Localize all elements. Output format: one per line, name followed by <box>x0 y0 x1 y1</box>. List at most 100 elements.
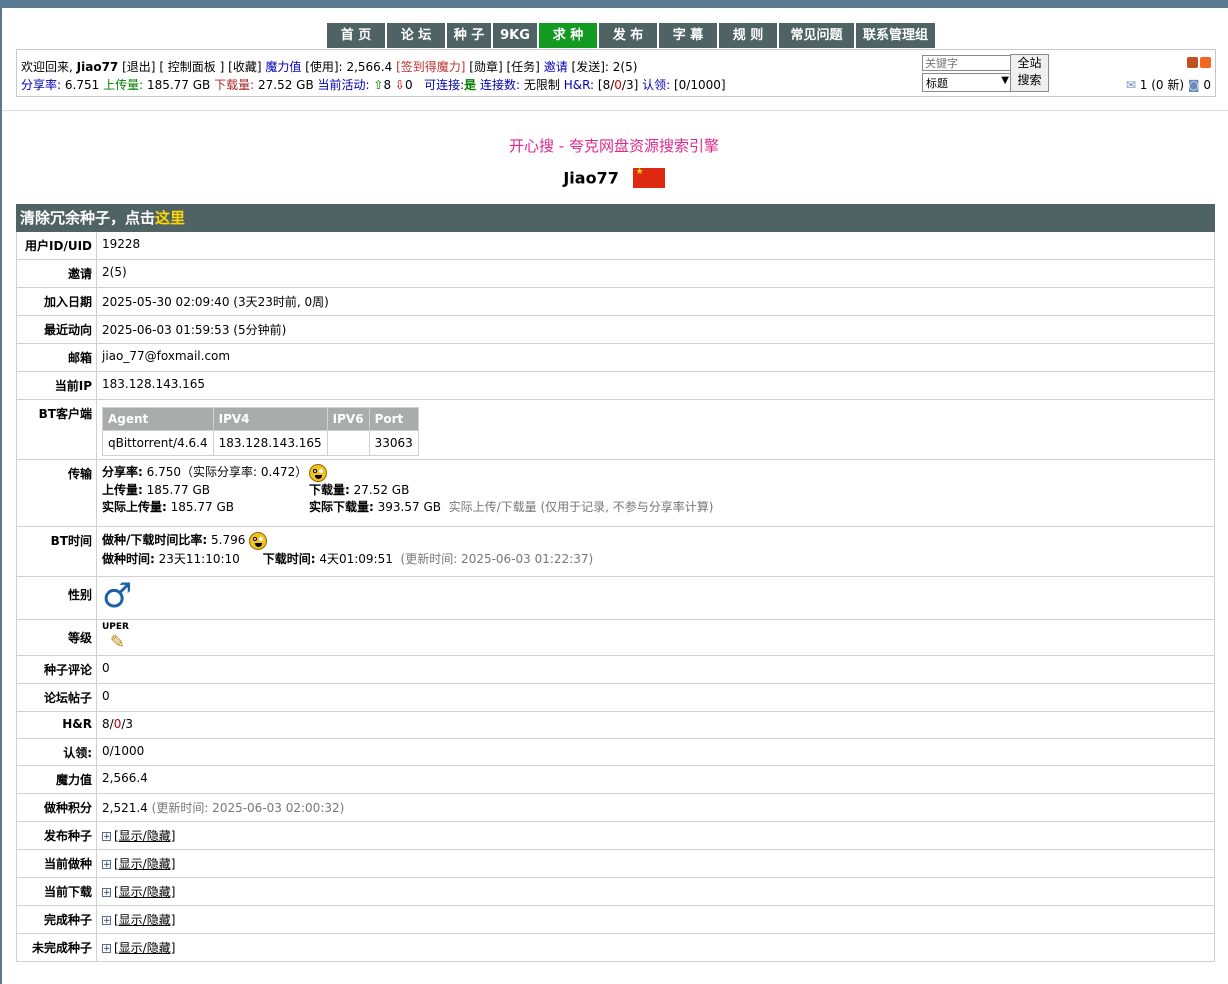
nav-home[interactable]: 首 页 <box>327 23 385 48</box>
magic-value: 2,566.4 <box>346 60 393 74</box>
inbox-count[interactable]: 1 (0 新) <box>1140 78 1184 92</box>
ip-label: 当前IP <box>17 372 97 399</box>
profile-header: Jiao77 <box>0 167 1228 188</box>
expand-icon[interactable]: + <box>102 888 111 898</box>
posts-value[interactable]: 0 <box>97 684 1214 711</box>
search-input[interactable] <box>922 55 1012 71</box>
top-border <box>0 0 1228 8</box>
connectable-value: 是 <box>464 78 477 92</box>
hr-label: H&R: <box>563 78 595 92</box>
row-level: 等级 UPER ✎ <box>16 620 1215 656</box>
promo-link[interactable]: 开心搜 - 夸克网盘资源搜索引擎 <box>0 135 1228 156</box>
expand-icon[interactable]: + <box>102 944 111 954</box>
tasks-link[interactable]: [任务] <box>506 60 539 74</box>
nav-subtitles[interactable]: 字 幕 <box>659 23 717 48</box>
expand-icon[interactable]: + <box>102 916 111 926</box>
claim-value[interactable]: [0/1000] <box>674 78 726 92</box>
published-label: 发布种子 <box>17 822 97 849</box>
welcome-text: 欢迎回来, <box>21 60 73 74</box>
incomplete-toggle[interactable]: [显示/隐藏] <box>114 941 175 955</box>
checkin-link[interactable]: [签到得魔力] <box>396 60 465 74</box>
published-toggle[interactable]: [显示/隐藏] <box>114 829 175 843</box>
upload-label: 上传量: <box>103 78 144 92</box>
gender-label: 性别 <box>17 577 97 619</box>
username-link[interactable]: Jiao77 <box>77 60 119 74</box>
row-gender: 性别 ♂ <box>16 577 1215 620</box>
last-seen-value: 2025-06-03 01:59:53 (5分钟前) <box>102 323 287 337</box>
bt-header-port: Port <box>368 407 419 431</box>
comments-value[interactable]: 0 <box>97 656 1214 683</box>
nav-9kg[interactable]: 9KG <box>493 23 537 48</box>
bt-ipv6 <box>326 430 370 456</box>
profile-username: Jiao77 <box>563 168 619 188</box>
nav-faq[interactable]: 常见问题 <box>779 23 854 48</box>
china-flag-icon <box>632 167 665 188</box>
hr-value-b[interactable]: 0 <box>614 78 622 92</box>
downloading-label: 当前下载 <box>17 878 97 905</box>
expand-icon[interactable]: + <box>102 832 111 842</box>
row-magic: 魔力值 2,566.4 <box>16 766 1215 794</box>
inbox-icon[interactable]: ✉ <box>1126 78 1136 92</box>
row-downloading: 当前下载 + [显示/隐藏] <box>16 878 1215 906</box>
transfer-real-ratio: 0.472） <box>260 465 308 479</box>
nav-torrents[interactable]: 种 子 <box>447 23 491 48</box>
search-button[interactable]: 全站 搜索 <box>1010 54 1049 92</box>
seed-points-value: 2,521.4 (更新时间: 2025-06-03 02:00:32) <box>97 794 1214 821</box>
completed-toggle[interactable]: [显示/隐藏] <box>114 913 175 927</box>
search-type-select[interactable]: 标题 ▼ <box>922 73 1012 92</box>
row-claim: 认领: 0/1000 <box>16 739 1215 766</box>
logout-link[interactable]: [退出] <box>122 60 155 74</box>
row-ip: 当前IP 183.128.143.165 <box>16 372 1215 400</box>
download-value: 27.52 GB <box>257 78 314 92</box>
magic-use-link[interactable]: [使用]: <box>305 60 342 74</box>
transfer-label: 传输 <box>17 460 97 526</box>
transfer-down: 27.52 GB <box>353 483 410 497</box>
cleanup-banner: 清除冗余种子，点击这里 <box>16 204 1215 232</box>
staff-icon[interactable] <box>1187 57 1198 68</box>
nav-rules[interactable]: 规 则 <box>719 23 777 48</box>
rss-icon[interactable] <box>1200 57 1211 68</box>
downloading-toggle[interactable]: [显示/隐藏] <box>114 885 175 899</box>
info-line-1: 欢迎回来, Jiao77 [退出] [ 控制面板 ] [收藏] 魔力值 [使用]… <box>21 58 637 75</box>
invite-value: 2(5) <box>612 60 638 74</box>
email-value: jiao_77@foxmail.com <box>102 349 231 363</box>
nav-contact-staff[interactable]: 联系管理组 <box>856 23 935 48</box>
transfer-down-label: 下载量: <box>309 483 350 497</box>
claim-label: 认领: <box>642 78 671 92</box>
posts-label: 论坛帖子 <box>17 684 97 711</box>
seeding-toggle[interactable]: [显示/隐藏] <box>114 857 175 871</box>
bookmarks-link[interactable]: [收藏] <box>228 60 261 74</box>
expand-icon[interactable]: + <box>102 860 111 870</box>
banner-link[interactable]: 这里 <box>155 209 185 227</box>
hr-value-a[interactable]: [8/ <box>598 78 614 92</box>
connections-label: 连接数: <box>479 78 521 92</box>
bt-client-table: Agent IPV4 IPV6 Port qBittorrent/4.6.4 1… <box>102 407 419 456</box>
control-panel-link[interactable]: [ 控制面板 ] <box>159 60 224 74</box>
level-label: 等级 <box>17 620 97 655</box>
row-bt-client: BT客户端 Agent IPV4 IPV6 Port qBittorrent/4… <box>16 400 1215 460</box>
class-badge-icon: UPER ✎ <box>102 622 129 653</box>
row-comments: 种子评论 0 <box>16 656 1215 684</box>
bt-agent: qBittorrent/4.6.4 <box>102 430 214 456</box>
completed-label: 完成种子 <box>17 906 97 933</box>
invite-send-link[interactable]: [发送]: <box>572 60 609 74</box>
nav-upload[interactable]: 发 布 <box>599 23 657 48</box>
medals-link[interactable]: [勋章] <box>469 60 502 74</box>
bt-time-ratio: 5.796 <box>211 533 246 547</box>
row-seeding: 当前做种 + [显示/隐藏] <box>16 850 1215 878</box>
sentbox-count[interactable]: 0 <box>1203 78 1211 92</box>
hr-value-c[interactable]: /3] <box>622 78 638 92</box>
ratio-label: 分享率: <box>21 78 62 92</box>
claim-row-value[interactable]: 0/1000 <box>97 739 1214 765</box>
seed-points-label: 做种积分 <box>17 794 97 821</box>
invite-label: 邀请 <box>543 60 568 74</box>
chevron-down-icon: ▼ <box>1001 75 1009 86</box>
ip-value: 183.128.143.165 <box>102 377 206 391</box>
bt-time-value: 做种/下载时间比率: 5.796 做种时间: 23天11:10:10 下载时间:… <box>97 527 1214 576</box>
nav-requests[interactable]: 求 种 <box>539 23 597 48</box>
downloading-toggle-cell: + [显示/隐藏] <box>97 878 1214 905</box>
bt-time-ratio-label: 做种/下载时间比率: <box>102 533 208 547</box>
sentbox-icon[interactable]: ◙ <box>1188 78 1200 92</box>
nav-forum[interactable]: 论 坛 <box>387 23 445 48</box>
hr-row-value[interactable]: 8/0/3 <box>97 712 1214 738</box>
